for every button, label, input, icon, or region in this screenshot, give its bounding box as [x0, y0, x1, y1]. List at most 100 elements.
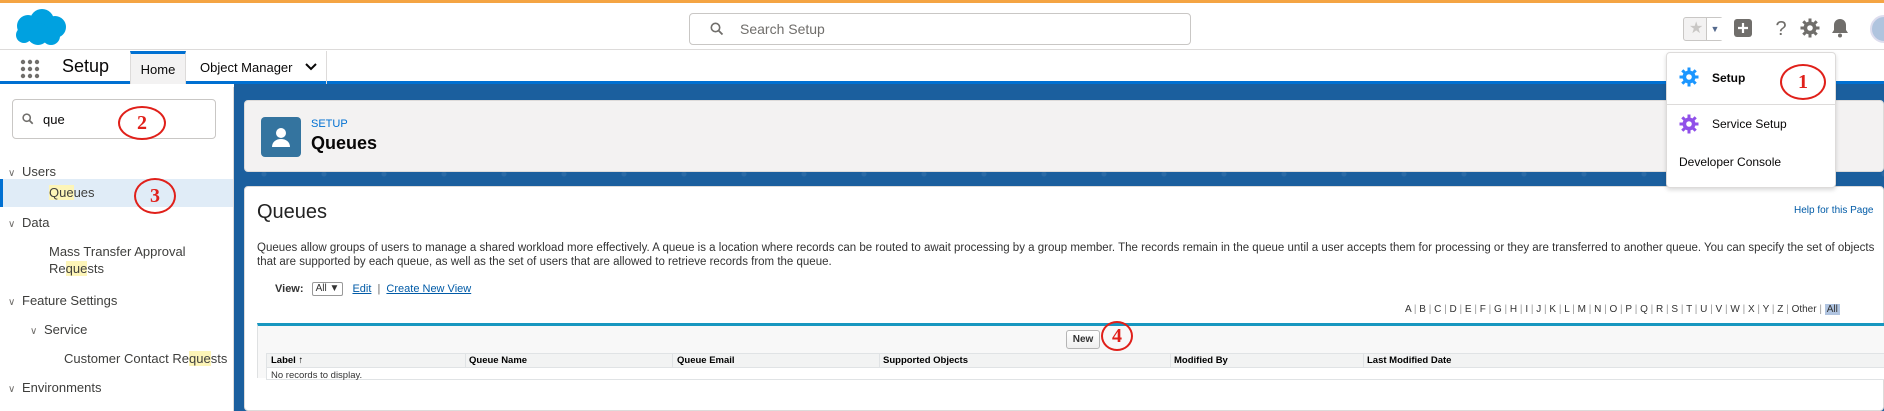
tab-home[interactable]: Home	[130, 51, 186, 84]
column-header-label[interactable]: Label ↑	[271, 355, 303, 366]
column-header-queue-email[interactable]: Queue Email	[677, 355, 735, 366]
queue-icon	[261, 117, 301, 157]
alpha-separator: |	[1707, 304, 1716, 315]
chevron-down-icon: ∨	[8, 219, 16, 230]
new-button[interactable]: New	[1066, 330, 1100, 349]
empty-message: No records to display.	[271, 370, 363, 381]
menu-item-service-setup[interactable]: Service Setup	[1667, 105, 1835, 143]
alpha-filter-e[interactable]: E	[1465, 304, 1472, 315]
content-title: Queues	[257, 201, 328, 223]
alpha-separator: |	[1471, 304, 1480, 315]
search-input[interactable]	[740, 19, 1160, 39]
sidebar-item-label-line2[interactable]: Requests	[49, 261, 104, 276]
alpha-separator: |	[1569, 304, 1578, 315]
alpha-filter: A | B | C | D | E | F | G | H | I | J | …	[1405, 304, 1840, 315]
description-text: Queues allow groups of users to manage a…	[257, 242, 1875, 268]
alpha-filter-b[interactable]: B	[1419, 304, 1426, 315]
avatar[interactable]	[1870, 15, 1884, 43]
column-header-last-modified-date[interactable]: Last Modified Date	[1367, 355, 1451, 366]
alpha-separator: |	[1585, 304, 1595, 315]
search-setup-box[interactable]	[689, 13, 1191, 45]
help-link[interactable]: Help for this Page	[1794, 205, 1874, 216]
chevron-down-icon[interactable]	[305, 62, 317, 72]
add-icon[interactable]	[1732, 17, 1754, 39]
alpha-filter-all[interactable]: All	[1824, 304, 1840, 315]
sidebar-item-environments[interactable]: ∨ Environments	[8, 380, 101, 395]
alpha-separator: |	[1456, 304, 1465, 315]
sidebar-item-label: Environments	[22, 380, 102, 395]
alpha-separator: |	[1816, 304, 1825, 315]
gear-icon[interactable]	[1799, 17, 1821, 39]
sidebar-item-queues[interactable]: Queues	[0, 179, 233, 207]
alpha-filter-other[interactable]: Other	[1792, 304, 1817, 315]
table-header: Label ↑ Queue Name Queue Email Supported…	[267, 354, 1884, 368]
tab-object-manager[interactable]: Object Manager	[187, 51, 327, 84]
sidebar-item-service[interactable]: ∨ Service	[30, 322, 87, 337]
annotation-marker-1: 1	[1780, 64, 1826, 100]
alpha-separator: |	[1739, 304, 1748, 315]
chevron-down-icon[interactable]: ▼	[1706, 18, 1723, 40]
sidebar-item-label: Queues	[49, 185, 95, 200]
queues-content: Queues Help for this Page Queues allow g…	[244, 186, 1884, 411]
create-new-view-link[interactable]: Create New View	[386, 283, 471, 295]
sidebar-item-users[interactable]: ∨ Users	[8, 164, 56, 179]
alpha-separator: |	[1678, 304, 1687, 315]
search-icon	[710, 22, 724, 36]
column-header-queue-name[interactable]: Queue Name	[469, 355, 527, 366]
alpha-separator: |	[1647, 304, 1657, 315]
alpha-separator: |	[1556, 304, 1565, 315]
alpha-separator: |	[1692, 304, 1701, 315]
favorites-button[interactable]: ★ ▼	[1683, 17, 1723, 41]
column-header-supported-objects[interactable]: Supported Objects	[883, 355, 968, 366]
alpha-separator: |	[1441, 304, 1450, 315]
alpha-separator: |	[1425, 304, 1435, 315]
view-select[interactable]: All ▼	[311, 282, 344, 296]
alpha-separator: |	[1754, 304, 1763, 315]
list-frame: New Label ↑ Queue Name Queue Email Suppo…	[257, 323, 1884, 381]
column-header-modified-by[interactable]: Modified By	[1174, 355, 1228, 366]
breadcrumb: SETUP	[311, 118, 348, 130]
tab-object-manager-label: Object Manager	[200, 60, 293, 75]
star-icon[interactable]: ★	[1689, 21, 1703, 37]
alpha-separator: |	[1783, 304, 1792, 315]
help-icon[interactable]: ?	[1770, 17, 1792, 39]
alpha-separator: |	[1485, 304, 1494, 315]
sidebar-item-mass-transfer-approval-requests[interactable]: Mass Transfer Approval	[49, 244, 186, 259]
sidebar-item-customer-contact-requests[interactable]: Customer Contact Requests	[64, 351, 227, 366]
sidebar-item-feature-settings[interactable]: ∨ Feature Settings	[8, 293, 117, 308]
view-select-value: All	[315, 283, 327, 294]
alpha-filter-q[interactable]: Q	[1640, 304, 1648, 315]
menu-item-label: Setup	[1712, 71, 1746, 85]
app-launcher-icon[interactable]	[20, 59, 40, 79]
alpha-filter-g[interactable]: G	[1494, 304, 1502, 315]
edit-view-link[interactable]: Edit	[352, 283, 371, 295]
global-header: ★ ▼ ?	[0, 0, 1884, 50]
svg-text:?: ?	[1775, 18, 1786, 39]
menu-item-developer-console[interactable]: Developer Console	[1667, 145, 1835, 181]
sidebar-item-label: Service	[44, 322, 88, 337]
quick-find-box[interactable]	[12, 99, 216, 139]
view-row: View: All ▼ Edit | Create New View	[275, 282, 472, 296]
annotation-marker-4: 4	[1101, 321, 1133, 351]
alpha-filter-w[interactable]: W	[1730, 304, 1739, 315]
page-header: SETUP Queues	[244, 100, 1884, 172]
setup-sidebar: ∨ Users Queues ∨ Data Mass Transfer Approv…	[0, 87, 234, 411]
alpha-filter-x[interactable]: X	[1748, 304, 1755, 315]
chevron-down-icon: ∨	[8, 297, 16, 308]
search-icon	[22, 113, 34, 125]
salesforce-cloud-logo[interactable]	[12, 8, 68, 48]
sidebar-item-label: Users	[22, 164, 56, 179]
annotation-marker-3: 3	[134, 178, 176, 214]
menu-item-label: Service Setup	[1712, 117, 1787, 131]
sidebar-item-label: Feature Settings	[22, 293, 118, 308]
alpha-separator: |	[1501, 304, 1510, 315]
service-gear-icon	[1679, 114, 1699, 134]
sidebar-item-data[interactable]: ∨ Data	[8, 215, 49, 230]
sidebar-item-label: Mass Transfer Approval	[49, 244, 186, 259]
chevron-down-icon: ∨	[8, 384, 16, 395]
alpha-filter-d[interactable]: D	[1450, 304, 1457, 315]
view-label: View:	[275, 282, 304, 295]
bell-icon[interactable]	[1829, 17, 1851, 39]
alpha-filter-m[interactable]: M	[1578, 304, 1586, 315]
alpha-separator: |	[1631, 304, 1641, 315]
